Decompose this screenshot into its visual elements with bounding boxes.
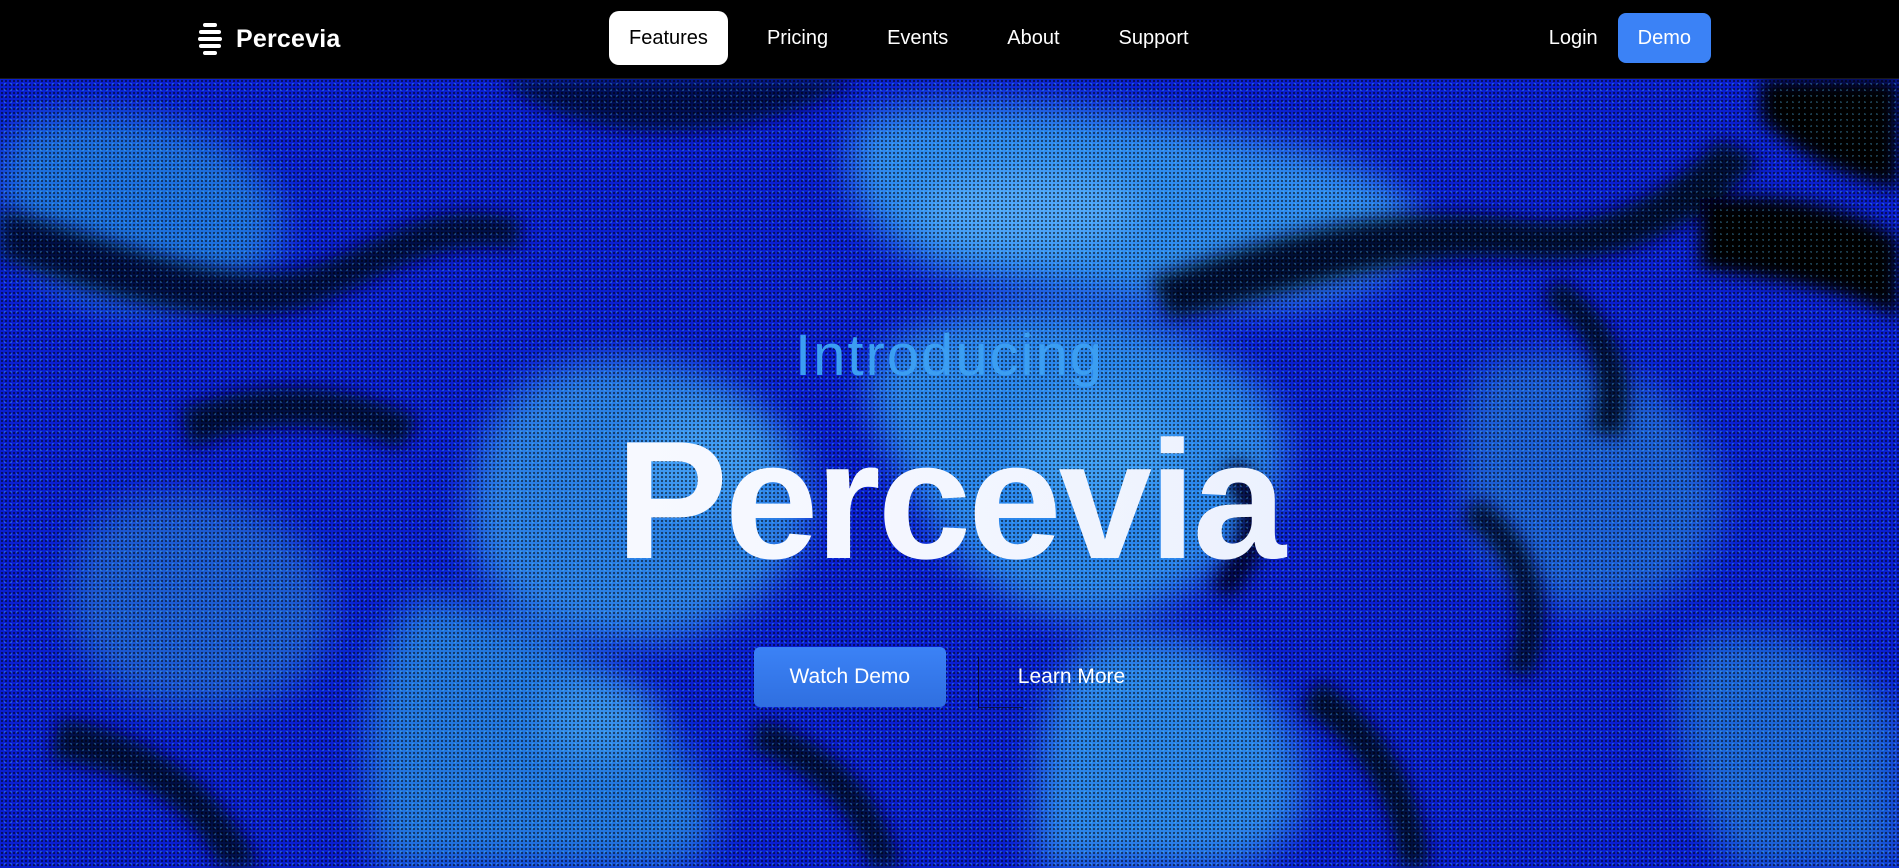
nav-actions: Login Demo	[1549, 13, 1711, 63]
hero-cta-group: Watch Demo Learn More	[0, 647, 1899, 708]
hero-content: Introducing Percevia Watch Demo Learn Mo…	[0, 79, 1899, 868]
nav-item-events[interactable]: Events	[867, 11, 968, 65]
login-link[interactable]: Login	[1549, 27, 1598, 50]
hero-title: Percevia	[0, 415, 1899, 585]
nav-item-features[interactable]: Features	[609, 11, 728, 65]
demo-button[interactable]: Demo	[1617, 13, 1711, 63]
nav-item-pricing[interactable]: Pricing	[747, 11, 848, 65]
hero-eyebrow: Introducing	[795, 323, 1104, 388]
primary-nav: Features Pricing Events About Support	[609, 11, 1228, 65]
hero-section: Introducing Percevia Watch Demo Learn Mo…	[0, 79, 1899, 868]
learn-more-label: Learn More	[1017, 665, 1126, 688]
top-navbar: Percevia Features Pricing Events About S…	[0, 0, 1899, 79]
landing-page: Percevia Features Pricing Events About S…	[0, 0, 1899, 868]
corner-bracket-icon	[977, 657, 1023, 708]
brand-name: Percevia	[236, 24, 341, 53]
stacked-bars-logo-icon	[198, 23, 222, 55]
nav-item-support[interactable]: Support	[1099, 11, 1209, 65]
watch-demo-button[interactable]: Watch Demo	[753, 647, 946, 707]
nav-item-about[interactable]: About	[987, 11, 1079, 65]
learn-more-button[interactable]: Learn More	[977, 647, 1145, 708]
brand-logo-link[interactable]: Percevia	[198, 23, 341, 55]
